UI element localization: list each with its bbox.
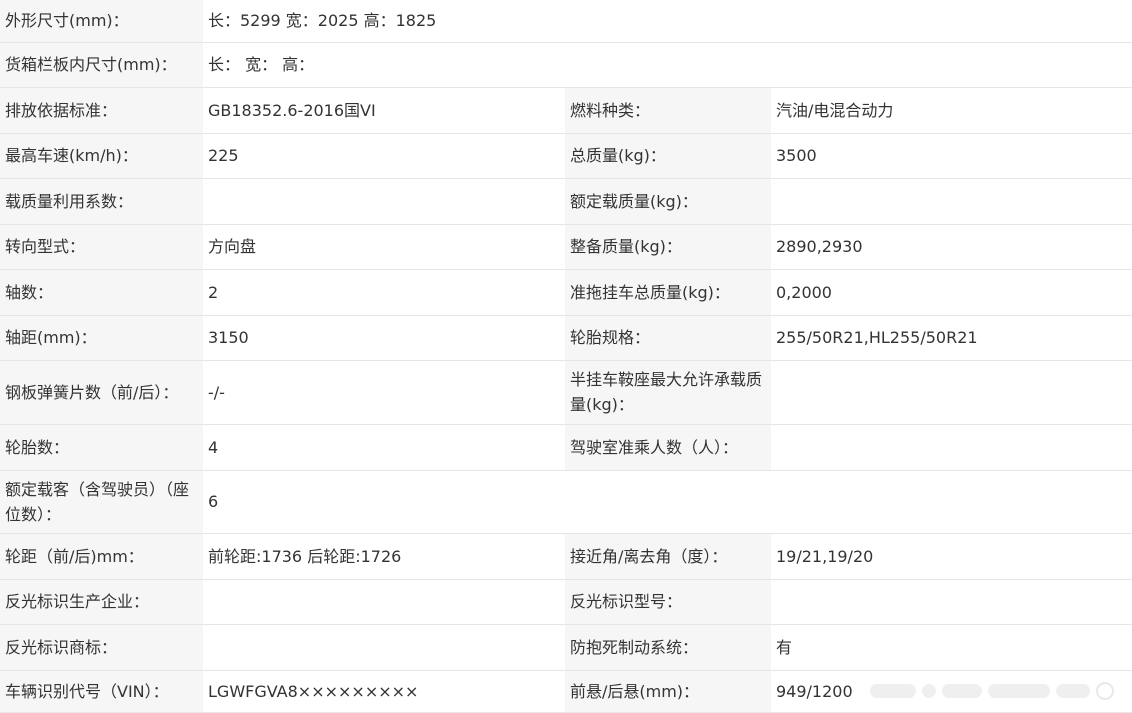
- spec-value: 长：5299 宽：2025 高：1825: [203, 0, 1132, 43]
- spec-label: 额定载质量(kg)：: [565, 178, 771, 225]
- spec-value: 3150: [203, 315, 565, 361]
- spec-value: [771, 178, 1132, 225]
- spec-value: [771, 360, 1132, 425]
- spec-label: 货箱栏板内尺寸(mm)：: [0, 42, 203, 88]
- spec-value: [203, 178, 565, 225]
- spec-label: 外形尺寸(mm)：: [0, 0, 203, 43]
- spec-value: [771, 579, 1132, 625]
- spec-label: 前悬/后悬(mm)：: [565, 670, 771, 713]
- spec-label: 整备质量(kg)：: [565, 224, 771, 270]
- spec-value: 长： 宽： 高：: [203, 42, 1132, 88]
- table-row: 轴距(mm)： 3150 轮胎规格： 255/50R21,HL255/50R21: [0, 315, 1132, 361]
- watermark-shape: [922, 684, 936, 698]
- table-row: 外形尺寸(mm)： 长：5299 宽：2025 高：1825: [0, 0, 1132, 43]
- spec-label: 转向型式：: [0, 224, 203, 270]
- watermark-shape: [1056, 684, 1090, 698]
- spec-value: 225: [203, 133, 565, 179]
- spec-label: 反光标识商标：: [0, 624, 203, 671]
- spec-label: 轮距（前/后)mm：: [0, 533, 203, 580]
- watermark-logo-icon: [1096, 682, 1114, 700]
- spec-value: [771, 424, 1132, 471]
- spec-label: 最高车速(km/h)：: [0, 133, 203, 179]
- spec-label: 燃料种类：: [565, 87, 771, 134]
- watermark: [870, 676, 1122, 706]
- watermark-shape: [988, 684, 1050, 698]
- spec-label: 额定载客（含驾驶员）（座位数）：: [0, 470, 203, 534]
- spec-value: 有: [771, 624, 1132, 671]
- table-row: 载质量利用系数： 额定载质量(kg)：: [0, 178, 1132, 225]
- spec-label: 半挂车鞍座最大允许承载质量(kg)：: [565, 360, 771, 425]
- spec-value: -/-: [203, 360, 565, 425]
- spec-value: 2890,2930: [771, 224, 1132, 270]
- table-row: 反光标识商标： 防抱死制动系统： 有: [0, 624, 1132, 671]
- spec-label: 排放依据标准：: [0, 87, 203, 134]
- spec-label: 轴距(mm)：: [0, 315, 203, 361]
- table-row: 排放依据标准： GB18352.6-2016国VI 燃料种类： 汽油/电混合动力: [0, 87, 1132, 134]
- spec-value: 6: [203, 470, 1132, 534]
- table-row: 转向型式： 方向盘 整备质量(kg)： 2890,2930: [0, 224, 1132, 270]
- table-row: 轮胎数： 4 驾驶室准乘人数（人）：: [0, 424, 1132, 471]
- table-row: 货箱栏板内尺寸(mm)： 长： 宽： 高：: [0, 42, 1132, 88]
- spec-label: 防抱死制动系统：: [565, 624, 771, 671]
- spec-value: 19/21,19/20: [771, 533, 1132, 580]
- spec-value: [203, 624, 565, 671]
- spec-label: 反光标识型号：: [565, 579, 771, 625]
- spec-value: GB18352.6-2016国VI: [203, 87, 565, 134]
- spec-label: 驾驶室准乘人数（人）：: [565, 424, 771, 471]
- spec-label: 反光标识生产企业：: [0, 579, 203, 625]
- spec-value: 255/50R21,HL255/50R21: [771, 315, 1132, 361]
- spec-label: 载质量利用系数：: [0, 178, 203, 225]
- spec-value: 3500: [771, 133, 1132, 179]
- spec-value: 4: [203, 424, 565, 471]
- table-row: 轴数： 2 准拖挂车总质量(kg)： 0,2000: [0, 269, 1132, 316]
- watermark-shape: [870, 684, 916, 698]
- spec-label: 车辆识别代号（VIN）：: [0, 670, 203, 713]
- spec-label: 总质量(kg)：: [565, 133, 771, 179]
- spec-label: 钢板弹簧片数（前/后）：: [0, 360, 203, 425]
- table-row: 钢板弹簧片数（前/后）： -/- 半挂车鞍座最大允许承载质量(kg)：: [0, 360, 1132, 425]
- table-row: 额定载客（含驾驶员）（座位数）： 6: [0, 470, 1132, 534]
- spec-value: LGWFGVA8×××××××××: [203, 670, 565, 713]
- watermark-shape: [942, 684, 982, 698]
- spec-value: 汽油/电混合动力: [771, 87, 1132, 134]
- spec-value: 前轮距:1736 后轮距:1726: [203, 533, 565, 580]
- spec-label: 轮胎数：: [0, 424, 203, 471]
- table-row: 最高车速(km/h)： 225 总质量(kg)： 3500: [0, 133, 1132, 179]
- spec-label: 准拖挂车总质量(kg)：: [565, 269, 771, 316]
- spec-value: [203, 579, 565, 625]
- spec-label: 轮胎规格：: [565, 315, 771, 361]
- spec-value: 0,2000: [771, 269, 1132, 316]
- vehicle-spec-table: 外形尺寸(mm)： 长：5299 宽：2025 高：1825 货箱栏板内尺寸(m…: [0, 0, 1132, 713]
- spec-label: 轴数：: [0, 269, 203, 316]
- spec-value: 2: [203, 269, 565, 316]
- table-row: 反光标识生产企业： 反光标识型号：: [0, 579, 1132, 625]
- spec-value: 方向盘: [203, 224, 565, 270]
- table-row: 轮距（前/后)mm： 前轮距:1736 后轮距:1726 接近角/离去角（度）：…: [0, 533, 1132, 580]
- spec-label: 接近角/离去角（度）：: [565, 533, 771, 580]
